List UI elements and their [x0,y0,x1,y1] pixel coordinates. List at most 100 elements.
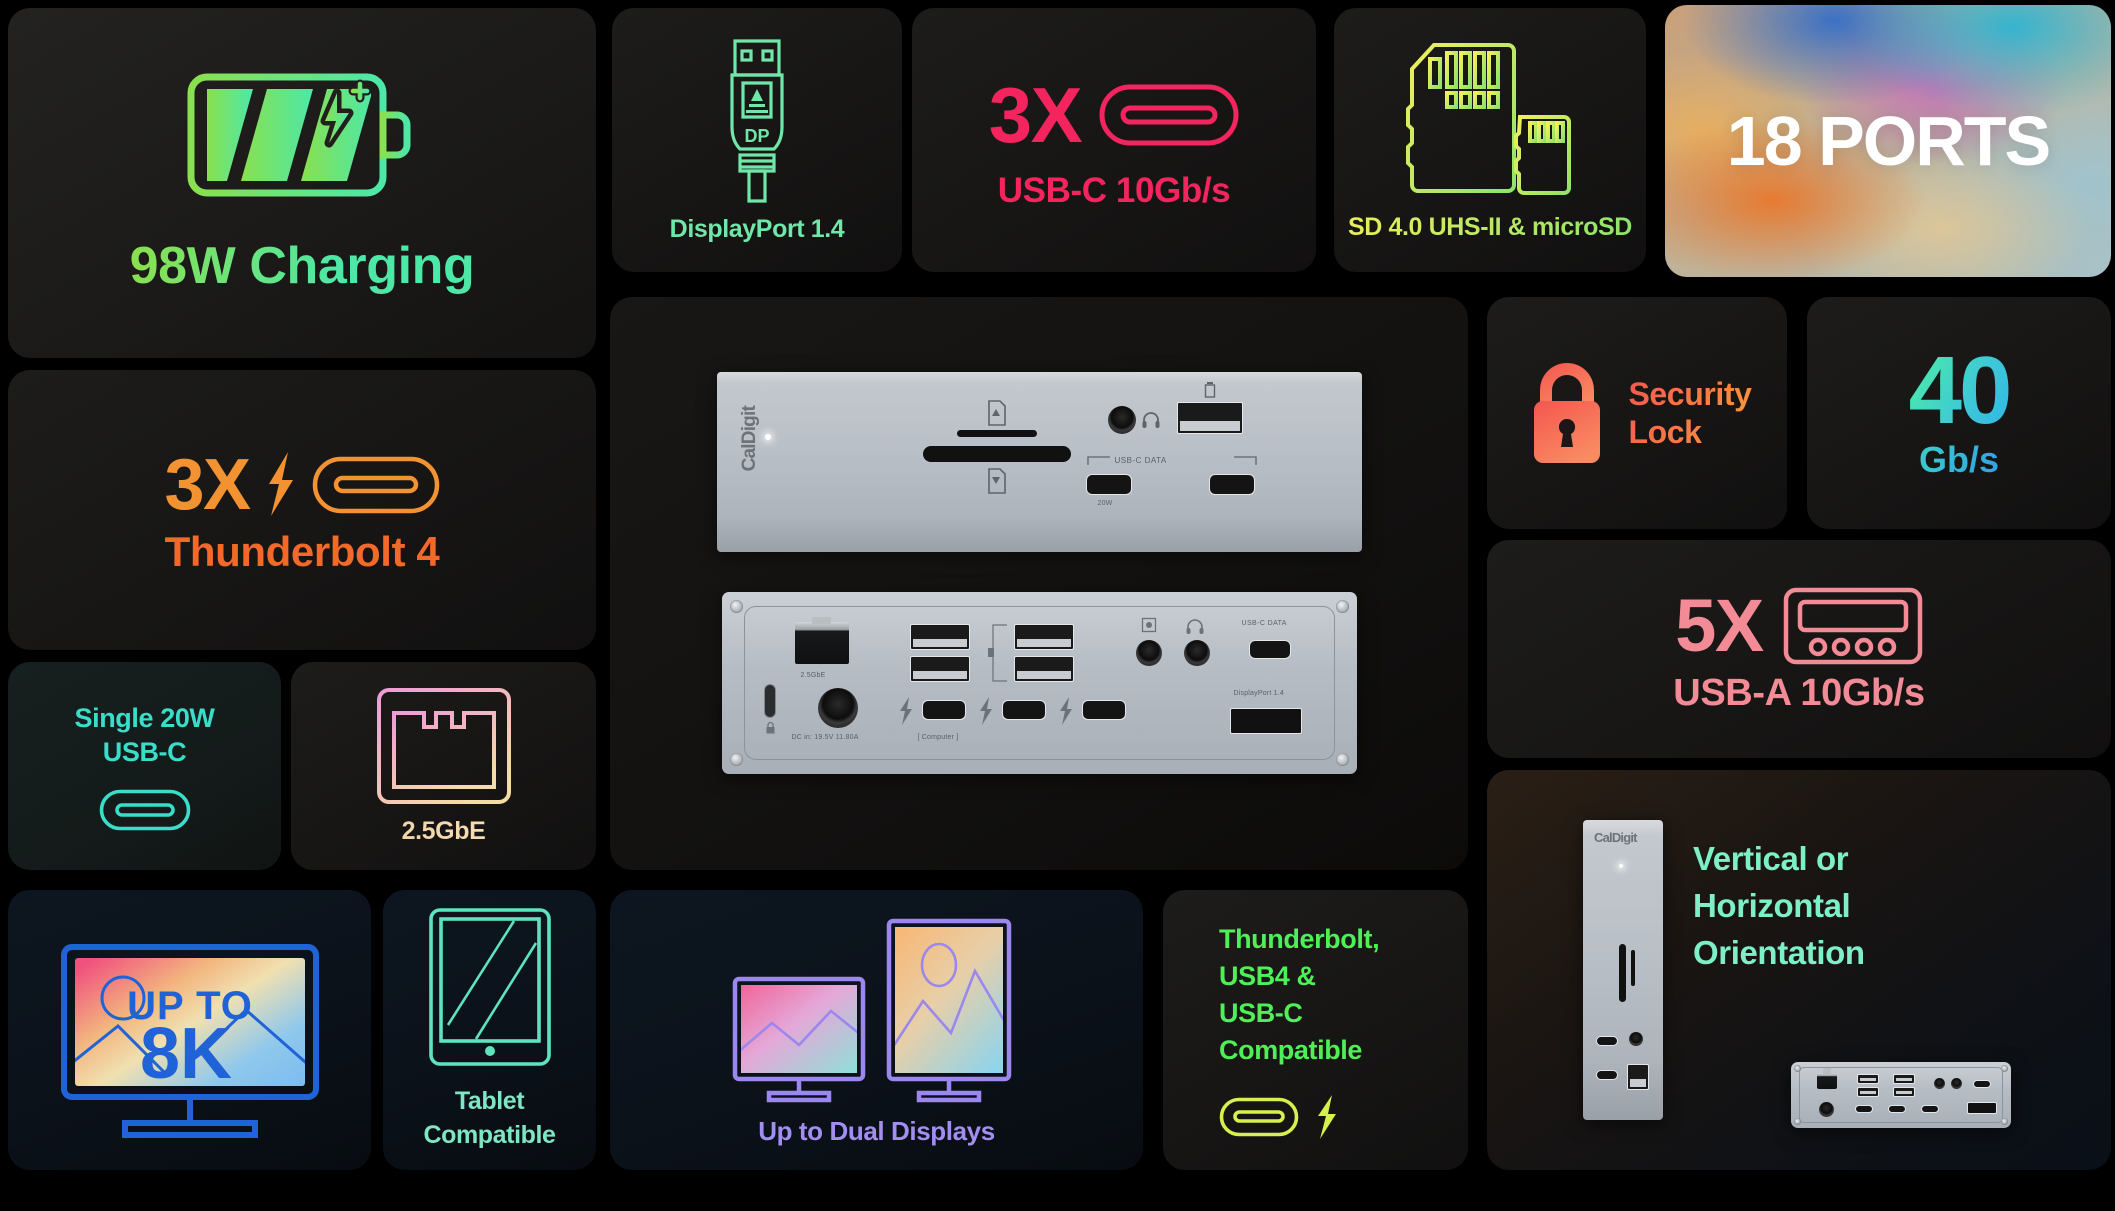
usb-c-port-icon [1099,84,1239,146]
thunderbolt-marker-2-icon [979,697,992,725]
card-8k: UP TO 8K [8,890,371,1170]
ports-label: 18 PORTS [1726,102,2051,180]
8k-line2: 8K [139,1014,231,1094]
usb-a-port-icon [1783,587,1922,664]
tablet-line2: Compatible [423,1121,556,1149]
dual-monitor-icon [732,919,1011,1103]
usb-c-port-vertical-1 [1596,1036,1618,1046]
card-40gbps: 40 Gb/s [1807,297,2111,529]
usb-c-port-front-1 [1085,474,1132,495]
audio-in-icon [1141,617,1156,633]
card-tablet: Tablet Compatible [383,890,596,1170]
tablet-icon [428,908,551,1067]
card-18-ports: 18 PORTS [1665,5,2111,277]
usb-c-port-icon [99,789,190,831]
rear-computer-label: [ Computer ] [917,734,959,741]
headphone-out-jack [1183,640,1210,666]
tablet-line1: Tablet [454,1087,525,1116]
lock-marker-icon [766,721,774,734]
usb-a-port-front [1176,402,1243,434]
usb-a-rear-1 [909,624,970,650]
battery-charging-icon [187,71,417,211]
compat-line2: USB4 & [1219,960,1316,991]
screw-top-left [729,600,743,613]
thunderbolt-port-3 [1081,700,1126,720]
orientation-line2: Horizontal [1693,886,1851,924]
dock-vertical-photo: CalDigit [1583,820,1663,1120]
power-led [764,434,771,440]
sd-label: SD 4.0 UHS-II & microSD [1348,213,1632,241]
usb-a-port-vertical [1627,1064,1649,1090]
rj45-port [794,617,849,664]
thunderbolt-marker-1-icon [899,697,912,725]
thunderbolt-port-2 [1001,700,1046,720]
usb-c-port-icon [312,457,439,514]
card-sd: SD 4.0 UHS-II & microSD [1334,8,1646,272]
microsd-slot [956,430,1037,437]
screw-bottom-right [1335,753,1349,766]
displayport-connector-icon: DP [718,37,796,205]
usb-c-port-icon [1219,1097,1299,1136]
feature-grid: 98W Charging DP DisplayPort 1.4 3X USB-C… [0,0,2115,1211]
card-displayport: DP DisplayPort 1.4 [612,8,902,272]
brand-logo-vertical: CalDigit [1594,830,1638,845]
speed-unit: Gb/s [1918,438,1999,480]
dual-label: Up to Dual Displays [758,1116,995,1147]
sd-slot [922,446,1071,462]
speed-value: 40 [1908,337,2013,445]
power-led-vertical [1619,864,1623,868]
rear-displayport-label: DisplayPort 1.4 [1233,690,1284,697]
card-usbc-3x: 3X USB-C 10Gb/s [912,8,1316,272]
lock-label-line1: Security [1628,375,1752,412]
card-security-lock: Security Lock [1487,297,1787,529]
compat-line1: Thunderbolt, [1219,923,1380,954]
battery-marker-icon [1204,382,1215,398]
lock-label-group: Security Lock [1628,375,1751,452]
headphone-icon [1142,412,1159,428]
rear-ethernet-label: 2.5GbE [800,672,826,679]
single20w-line1: Single 20W [74,702,215,733]
orientation-label-group: Vertical or Horizontal Orientation [1693,836,1865,977]
rj45-ethernet-icon [376,688,511,804]
monitor-icon: UP TO 8K [60,944,319,1138]
charging-label: 98W Charging [129,236,475,295]
headphone-jack [1107,406,1136,434]
lightning-bolt-icon [268,452,293,517]
card-charging: 98W Charging [8,8,596,358]
dp-connector-text: DP [744,126,769,146]
rear-dcin-label: DC in: 19.5V 11.80A [791,734,859,741]
sd-slot-vertical [1619,944,1626,1002]
usb-a-rear-2 [909,656,970,682]
thunderbolt-count: 3X [164,445,251,526]
usb-a-rear-3 [1013,624,1074,650]
card-ethernet: 2.5GbE [291,662,596,870]
orientation-line1: Vertical or [1693,840,1849,877]
rear-usbc-data-label: USB-C DATA [1241,620,1287,627]
displayport-port [1229,708,1302,734]
card-orientation: CalDigit Vertical or Horizontal Orientat… [1487,770,2111,1170]
card-product-photos: CalDigit USB-C DATA 20W 2.5GbE USB-C DAT… [610,297,1468,870]
dock-rear-panel: 2.5GbE USB-C DATA DisplayPort 1.4 DC in:… [721,592,1357,774]
brand-logo: CalDigit [738,406,760,472]
thunderbolt-marker-3-icon [1059,697,1072,725]
ethernet-label: 2.5GbE [401,817,486,845]
front-20w-label: 20W [1097,500,1113,507]
sd-card-icon [1390,39,1590,199]
microsd-slot-vertical [1631,950,1635,986]
tablet-label-group: Tablet Compatible [423,1085,556,1153]
kensington-lock-slot [763,684,776,718]
usba-count: 5X [1675,584,1764,668]
dc-power-jack [817,688,858,728]
compat-line3: USB-C [1219,998,1303,1028]
padlock-icon [1534,363,1601,463]
compat-label-group: Thunderbolt, USB4 & USB-C Compatible [1219,921,1380,1070]
screw-top-right [1335,600,1349,613]
single20w-label-group: Single 20W USB-C [74,701,214,769]
sd-slot-marker-2-icon [987,468,1006,494]
usbc-count: 3X [988,70,1083,159]
card-compatibility: Thunderbolt, USB4 & USB-C Compatible [1163,890,1468,1170]
headphone-jack-vertical [1629,1032,1643,1046]
usb-c-port-front-2 [1208,474,1255,495]
dock-front-panel: CalDigit USB-C DATA 20W [716,372,1362,552]
card-usba-5x: 5X USB-A 10Gb/s [1487,540,2111,758]
